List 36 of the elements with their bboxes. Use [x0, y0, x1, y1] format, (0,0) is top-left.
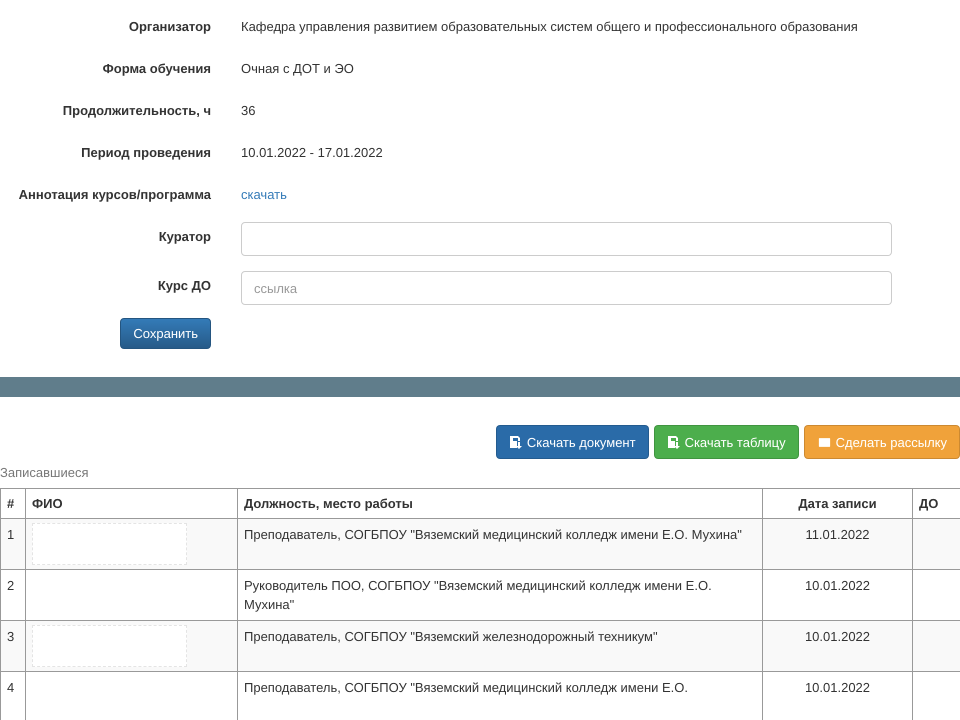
table-cell: 10.01.2022: [762, 620, 912, 672]
save-download-icon: [508, 435, 523, 449]
field-label: Продолжительность, ч: [62, 103, 211, 118]
table-cell: Преподаватель, СОГБПОУ "Вяземский медицинский колледж имени Е.О.: [238, 672, 762, 720]
field-label: Организатор: [128, 19, 211, 34]
field-label: Период проведения: [81, 145, 211, 160]
table-cell: 4: [0, 672, 26, 720]
save-download-icon: [666, 435, 681, 449]
table-cell: 3: [0, 620, 26, 672]
input-field[interactable]: ссылка: [241, 271, 892, 305]
table-caption: Записавшиеся: [0, 465, 90, 480]
action-button[interactable]: Скачать документ: [496, 425, 649, 459]
table-cell: Преподаватель, СОГБПОУ "Вяземский железнодорожный техникум": [238, 620, 762, 672]
table-cell: 10.01.2022: [762, 570, 912, 620]
save-button[interactable]: Сохранить: [120, 318, 211, 349]
field-label: Курс ДО: [158, 278, 211, 293]
column-header: #: [0, 488, 26, 518]
table-cell: 1: [0, 518, 26, 570]
input-field[interactable]: [241, 222, 892, 256]
table-cell: Руководитель ПОО, СОГБПОУ "Вяземский медицинский колледж имени Е.О. Мухина": [238, 570, 762, 620]
column-header: Дата записи: [762, 488, 912, 518]
detail-value: Очная с ДОТ и ЭО: [241, 61, 354, 76]
table-cell: Преподаватель, СОГБПОУ "Вяземский медицинский колледж имени Е.О. Мухина": [238, 518, 762, 570]
table-cell: 10.01.2022: [762, 672, 912, 720]
column-header: ФИО: [26, 488, 238, 518]
field-label: Куратор: [158, 229, 211, 244]
field-label: Форма обучения: [102, 61, 211, 76]
table-cell: 2: [0, 570, 26, 620]
detail-value: 10.01.2022 - 17.01.2022: [241, 145, 383, 160]
action-button[interactable]: Скачать таблицу: [654, 425, 799, 459]
detail-value: Кафедра управления развитием образовательных систем общего и профессионального образования: [241, 19, 858, 34]
column-header: Должность, место работы: [238, 488, 762, 518]
detail-value: 36: [241, 103, 256, 118]
table-cell: 11.01.2022: [762, 518, 912, 570]
download-link[interactable]: скачать: [241, 187, 287, 202]
field-label: Аннотация курсов/программа: [18, 187, 211, 202]
